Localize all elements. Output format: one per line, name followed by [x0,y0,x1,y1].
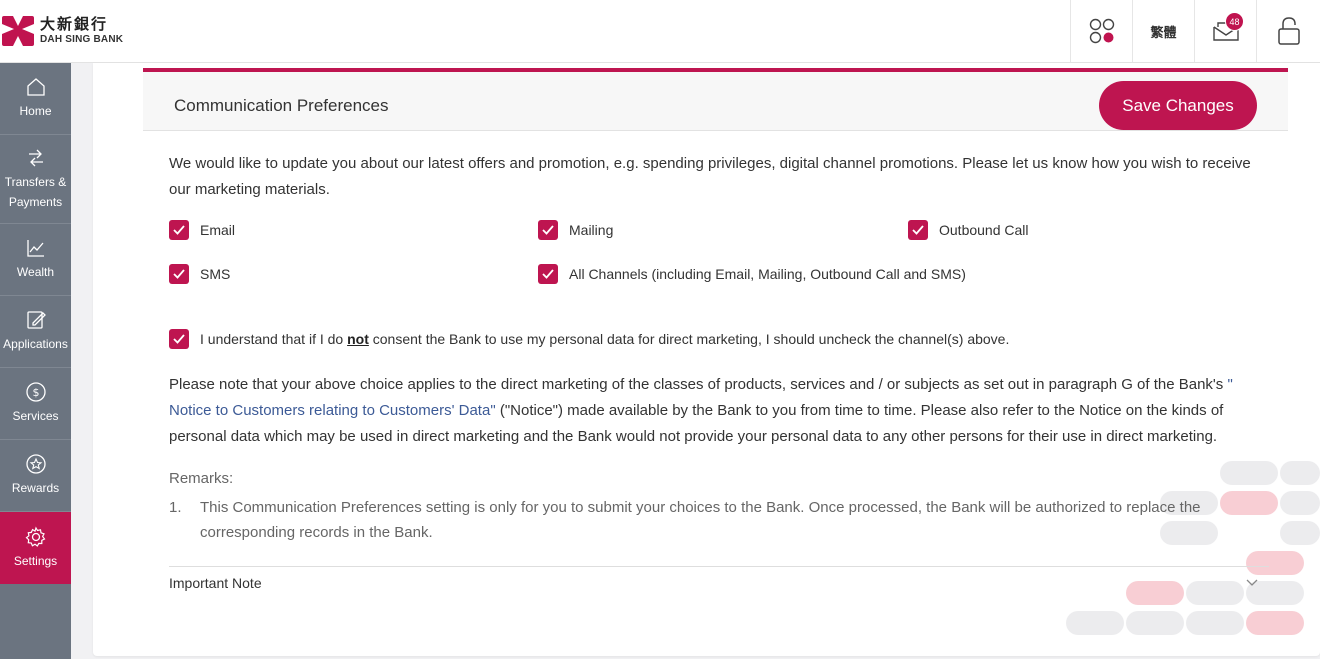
sidebar-item-rewards[interactable]: Rewards [0,440,71,512]
transfer-icon [28,149,43,166]
sidebar-nav: Home Transfers & Payments Wealth Applica… [0,63,71,659]
sidebar-item-label: Home [19,104,52,118]
sidebar-item-home[interactable]: Home [0,63,71,135]
top-header: 大新銀行 DAH SING BANK 繁體 48 [0,0,1320,63]
main-card: Communication Preferences Save Changes W… [93,63,1320,656]
consent-checkbox[interactable] [169,329,189,349]
logout-lock-button[interactable] [1256,0,1320,62]
important-note-toggle[interactable]: Important Note [169,575,262,591]
mailing-checkbox-row[interactable]: Mailing [538,220,613,240]
remark-item: 1. This Communication Preferences settin… [169,495,1259,545]
consent-text-before: I understand that if I do [200,331,348,347]
sidebar-item-label: Rewards [11,481,60,495]
email-label: Email [200,222,236,238]
remark-text: This Communication Preferences setting i… [200,499,1201,541]
svg-text:$: $ [32,386,39,399]
sidebar-item-label: Settings [13,553,58,568]
logo-cn-text: 大新銀行 [40,15,109,33]
notice-part1: Please note that your above choice appli… [169,376,1228,393]
check-icon [173,269,185,279]
check-icon [542,225,554,235]
check-icon [173,334,185,344]
outbound-call-checkbox[interactable] [908,220,928,240]
sidebar-item-transfers[interactable]: Transfers & Payments [0,135,71,224]
mailing-checkbox[interactable] [538,220,558,240]
bank-logo[interactable]: 大新銀行 DAH SING BANK [0,14,123,48]
sidebar-item-label: Transfers & Payments [4,174,67,209]
language-switch-button[interactable]: 繁體 [1132,0,1194,62]
gear-icon [25,526,45,547]
save-changes-button[interactable]: Save Changes [1099,81,1257,130]
mailbox-button[interactable]: 48 [1194,0,1256,62]
chevron-down-icon[interactable] [1245,575,1259,589]
intro-text: We would like to update you about our la… [169,155,1251,198]
logo-mark-icon [0,14,36,48]
dollar-icon: $ [25,382,46,402]
sms-label: SMS [200,266,231,282]
lock-icon [1277,17,1300,45]
all-channels-checkbox-row[interactable]: All Channels (including Email, Mailing, … [538,264,966,284]
sidebar-item-settings[interactable]: Settings [0,512,71,584]
all-channels-checkbox[interactable] [538,264,558,284]
consent-text-after: consent the Bank to use my personal data… [368,331,1010,347]
outbound-call-checkbox-row[interactable]: Outbound Call [908,220,1029,240]
home-icon [26,78,45,96]
page-title: Communication Preferences [174,96,389,115]
sidebar-item-label: Wealth [16,265,55,279]
chart-icon [26,240,44,257]
notice-paragraph: Please note that your above choice appli… [169,372,1269,450]
outbound-call-label: Outbound Call [939,222,1029,238]
remarks-title: Remarks: [169,470,234,487]
check-icon [912,225,924,235]
sidebar-item-label: Services [12,409,59,423]
section-header: Communication Preferences Save Changes [143,68,1288,131]
remark-number: 1. [169,499,182,516]
all-channels-label: All Channels (including Email, Mailing, … [569,266,966,282]
sidebar-item-services[interactable]: $ Services [0,368,71,440]
language-label: 繁體 [1150,25,1177,41]
email-checkbox[interactable] [169,220,189,240]
sidebar-item-label: Applications [3,337,68,351]
star-icon [25,454,46,474]
apps-icon [1089,18,1114,44]
sidebar-item-applications[interactable]: Applications [0,296,71,368]
sidebar-item-wealth[interactable]: Wealth [0,224,71,296]
logo-en-text: DAH SING BANK [40,34,124,45]
divider [169,566,1269,567]
check-icon [542,269,554,279]
edit-icon [26,311,46,329]
mailing-label: Mailing [569,222,614,238]
check-icon [173,225,185,235]
sms-checkbox[interactable] [169,264,189,284]
mail-count-badge: 48 [1225,12,1244,31]
consent-emphasis: not [347,331,369,347]
consent-label: I understand that if I do not consent th… [200,331,1009,347]
consent-checkbox-row[interactable]: I understand that if I do not consent th… [169,329,1009,349]
sms-checkbox-row[interactable]: SMS [169,264,230,284]
apps-button[interactable] [1070,0,1132,62]
email-checkbox-row[interactable]: Email [169,220,235,240]
